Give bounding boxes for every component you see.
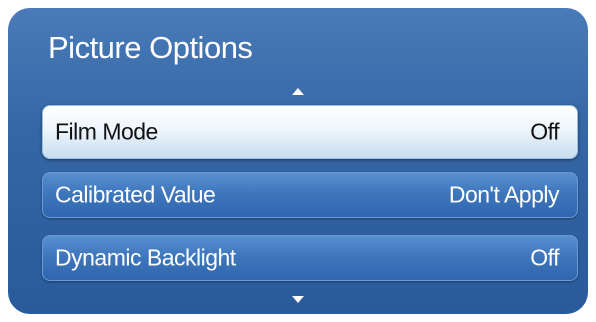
menu-item-value: Off: [530, 118, 559, 145]
menu-title: Picture Options: [48, 30, 253, 65]
menu-item-label: Dynamic Backlight: [55, 244, 236, 271]
scroll-up-icon[interactable]: [292, 88, 304, 95]
menu-item-label: Film Mode: [55, 118, 158, 145]
menu-item-value: Off: [530, 244, 559, 271]
picture-options-menu: Picture Options Film Mode Off Calibrated…: [8, 8, 588, 314]
menu-item-dynamic-backlight[interactable]: Dynamic Backlight Off: [42, 235, 578, 281]
scroll-down-icon[interactable]: [292, 296, 304, 303]
menu-item-label: Calibrated Value: [55, 181, 216, 208]
menu-item-calibrated-value[interactable]: Calibrated Value Don't Apply: [42, 172, 578, 218]
menu-item-film-mode[interactable]: Film Mode Off: [42, 105, 578, 159]
menu-item-value: Don't Apply: [448, 181, 560, 208]
